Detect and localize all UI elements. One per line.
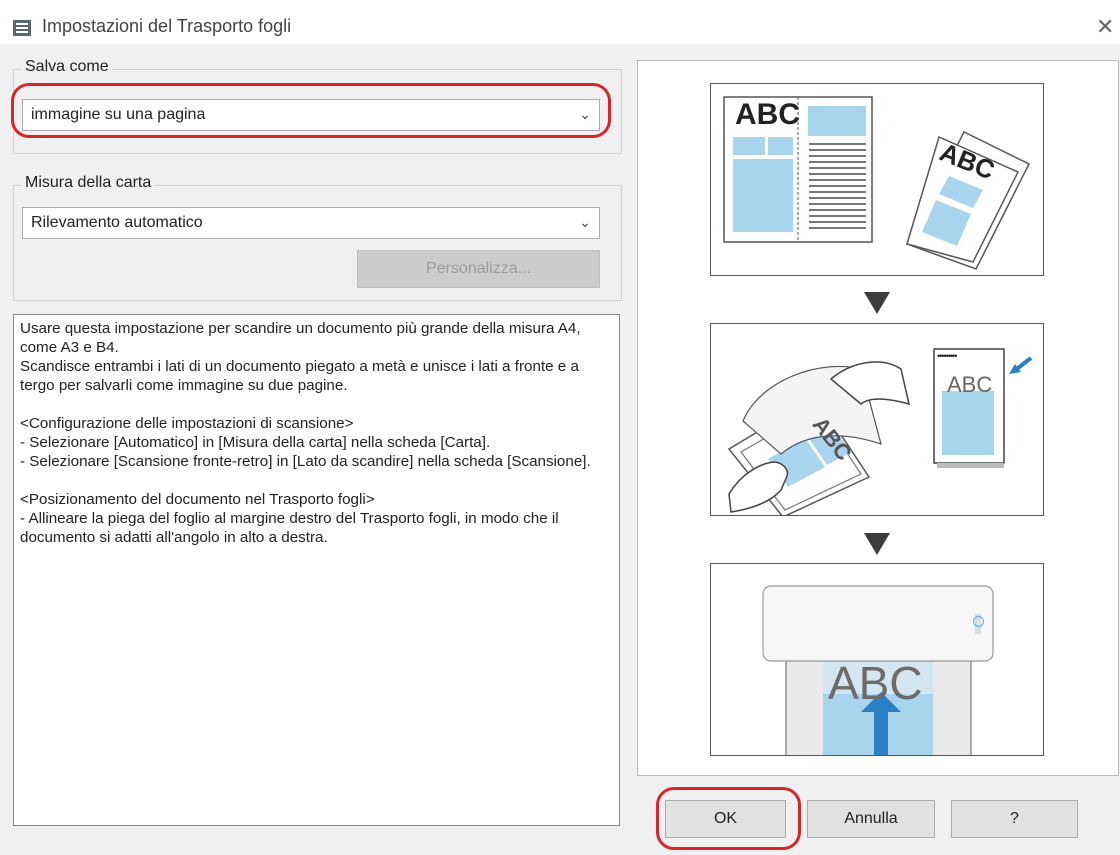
description-text: Usare questa impostazione per scandire u…: [13, 314, 620, 826]
paper-size-label: Misura della carta: [22, 174, 155, 192]
save-as-highlight: [11, 83, 611, 138]
status-light-icon: [973, 616, 984, 627]
title-bar: Impostazioni del Trasporto fogli ✕: [0, 0, 1120, 44]
save-as-label: Salva come: [22, 58, 112, 76]
close-icon[interactable]: ✕: [1096, 14, 1114, 40]
ok-highlight: [656, 787, 801, 850]
illustration-folded-document: ABC ABC: [710, 83, 1044, 276]
arrow-down-icon: [864, 533, 890, 555]
window-menu-icon[interactable]: [13, 20, 31, 36]
chevron-down-icon: ⌄: [579, 214, 591, 230]
perforation-label: •••••••••: [937, 351, 957, 361]
illustration-scanner: ABC: [710, 563, 1044, 756]
paper-size-dropdown[interactable]: Rilevamento automatico ⌄: [22, 207, 600, 239]
window-title: Impostazioni del Trasporto fogli: [42, 16, 292, 36]
abc-label: ABC: [735, 98, 800, 131]
customize-button[interactable]: Personalizza...: [357, 250, 600, 288]
arrow-down-icon: [864, 292, 890, 314]
illustration-insert-document: ••••••••• ABC ABC: [710, 323, 1044, 516]
help-button[interactable]: ?: [951, 800, 1078, 838]
abc-label: ABC: [947, 372, 993, 397]
abc-label: ABC: [828, 657, 923, 709]
cancel-button[interactable]: Annulla: [807, 800, 935, 838]
paper-size-value: Rilevamento automatico: [31, 214, 203, 231]
